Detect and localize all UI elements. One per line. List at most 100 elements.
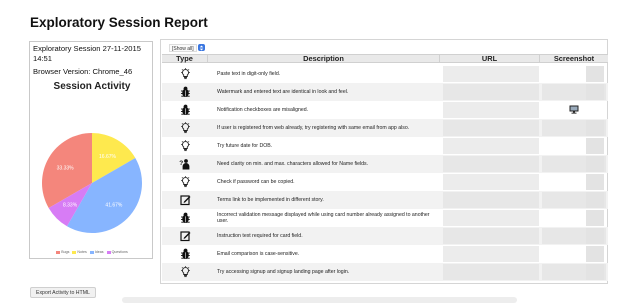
description-cell: If user is registered from web already, … xyxy=(217,124,410,131)
screenshot-cell xyxy=(542,156,606,172)
description-cell: Need clarity on min. and max. characters… xyxy=(217,160,369,167)
idea-icon xyxy=(162,65,208,83)
description-cell: Watermark and entered text are identical… xyxy=(217,88,349,95)
table-row[interactable]: Incorrect validation message displayed w… xyxy=(162,209,608,227)
idea-icon xyxy=(162,173,208,191)
url-cell xyxy=(443,120,539,136)
question-icon: ? xyxy=(162,155,208,173)
url-cell xyxy=(443,192,539,208)
screenshot-placeholder xyxy=(586,138,604,154)
screenshot-placeholder xyxy=(586,120,604,136)
filter-select[interactable]: [Show all] xyxy=(169,43,197,52)
url-cell xyxy=(443,84,539,100)
screenshot-cell xyxy=(542,264,606,280)
bug-icon xyxy=(162,245,208,263)
screenshot-placeholder xyxy=(586,246,604,262)
horizontal-scrollbar[interactable] xyxy=(122,297,517,303)
screenshot-cell xyxy=(542,66,606,82)
table-row[interactable]: ? Need clarity on min. and max. character… xyxy=(162,155,608,173)
url-cell xyxy=(443,228,539,244)
legend-label: Bugs xyxy=(61,250,70,254)
legend-item-ideas[interactable]: Ideas xyxy=(89,250,104,254)
screenshot-placeholder xyxy=(586,156,604,172)
pie-label-notes: 16.67% xyxy=(99,154,117,160)
legend-swatch xyxy=(106,250,111,254)
url-cell xyxy=(443,156,539,172)
table-row[interactable]: Try accessing signup and signup landing … xyxy=(162,263,608,281)
screenshot-placeholder xyxy=(586,84,604,100)
table-row[interactable]: Watermark and entered text are identical… xyxy=(162,83,608,101)
header-description[interactable]: Description xyxy=(208,55,440,63)
url-cell xyxy=(443,66,539,82)
header-url[interactable]: URL xyxy=(440,55,540,63)
chart-legend: Bugs Notes Ideas Questions xyxy=(30,250,154,254)
bug-icon xyxy=(162,101,208,119)
description-cell: Email comparison is case-sensitive. xyxy=(217,250,300,257)
screenshot-placeholder xyxy=(586,192,604,208)
idea-icon xyxy=(162,263,208,281)
description-cell: Incorrect validation message displayed w… xyxy=(217,211,430,224)
legend-swatch xyxy=(56,250,61,254)
description-cell: Paste text in digit-only field. xyxy=(217,70,281,77)
svg-text:?: ? xyxy=(179,160,183,167)
idea-icon xyxy=(162,137,208,155)
description-cell: Try accessing signup and signup landing … xyxy=(217,268,350,275)
header-type[interactable]: Type xyxy=(162,55,208,63)
legend-swatch xyxy=(89,250,94,254)
legend-label: Ideas xyxy=(94,250,104,254)
pie-label-questions: 8.33% xyxy=(63,203,78,209)
legend-swatch xyxy=(72,250,77,254)
summary-panel: Exploratory Session 27-11-2015 14:51 Bro… xyxy=(29,41,153,259)
url-cell xyxy=(443,210,539,226)
url-cell xyxy=(443,246,539,262)
description-cell: Try future date for DOB. xyxy=(217,142,273,149)
activity-table-panel: [Show all] Type Description URL Screensh… xyxy=(160,39,608,284)
pie-label-ideas: 41.67% xyxy=(105,203,123,209)
page-title: Exploratory Session Report xyxy=(30,15,208,30)
legend-item-questions[interactable]: Questions xyxy=(106,250,128,254)
bug-icon xyxy=(162,83,208,101)
screenshot-placeholder xyxy=(586,228,604,244)
table-row[interactable]: Notification checkboxes are misaligned. xyxy=(162,101,608,119)
bug-icon xyxy=(162,209,208,227)
header-screenshot[interactable]: Screenshot xyxy=(540,55,608,63)
screenshot-placeholder xyxy=(586,66,604,82)
table-row[interactable]: Try future date for DOB. xyxy=(162,137,608,155)
table-row[interactable]: Email comparison is case-sensitive. xyxy=(162,245,608,263)
table-row[interactable]: Check if password can be copied. xyxy=(162,173,608,191)
description-cell: Instruction text required for card field… xyxy=(217,232,303,239)
screenshot-cell xyxy=(542,84,606,100)
export-html-button[interactable]: Export Activity to HTML xyxy=(30,287,96,298)
table-row[interactable]: If user is registered from web already, … xyxy=(162,119,608,137)
screenshot-cell[interactable] xyxy=(542,102,606,118)
screenshot-cell xyxy=(542,228,606,244)
note-icon xyxy=(162,227,208,245)
legend-label: Questions xyxy=(111,250,128,254)
screenshot-cell xyxy=(542,246,606,262)
screenshot-cell xyxy=(542,138,606,154)
pie-chart: 33.33% 16.67% 41.67% 8.33% xyxy=(41,133,143,234)
screenshot-placeholder xyxy=(586,174,604,190)
description-cell: Terms link to be implemented in differen… xyxy=(217,196,324,203)
table-row[interactable]: Terms link to be implemented in differen… xyxy=(162,191,608,209)
screenshot-cell xyxy=(542,120,606,136)
url-cell xyxy=(443,174,539,190)
filter-toolbar: [Show all] xyxy=(169,43,205,52)
legend-label: Notes xyxy=(77,250,87,254)
filter-dropdown-button[interactable] xyxy=(197,44,205,51)
note-icon xyxy=(162,191,208,209)
screenshot-cell xyxy=(542,210,606,226)
url-cell xyxy=(443,264,539,280)
table-row[interactable]: Instruction text required for card field… xyxy=(162,227,608,245)
idea-icon xyxy=(162,119,208,137)
screenshot-placeholder xyxy=(586,264,604,280)
legend-item-bugs[interactable]: Bugs xyxy=(56,250,69,254)
legend-item-notes[interactable]: Notes xyxy=(72,250,87,254)
updown-arrows-icon xyxy=(199,45,203,50)
monitor-icon[interactable] xyxy=(569,101,579,119)
url-cell xyxy=(443,138,539,154)
description-cell: Check if password can be copied. xyxy=(217,178,295,185)
description-cell: Notification checkboxes are misaligned. xyxy=(217,106,309,113)
table-row[interactable]: Paste text in digit-only field. xyxy=(162,65,608,83)
url-cell xyxy=(443,102,539,118)
